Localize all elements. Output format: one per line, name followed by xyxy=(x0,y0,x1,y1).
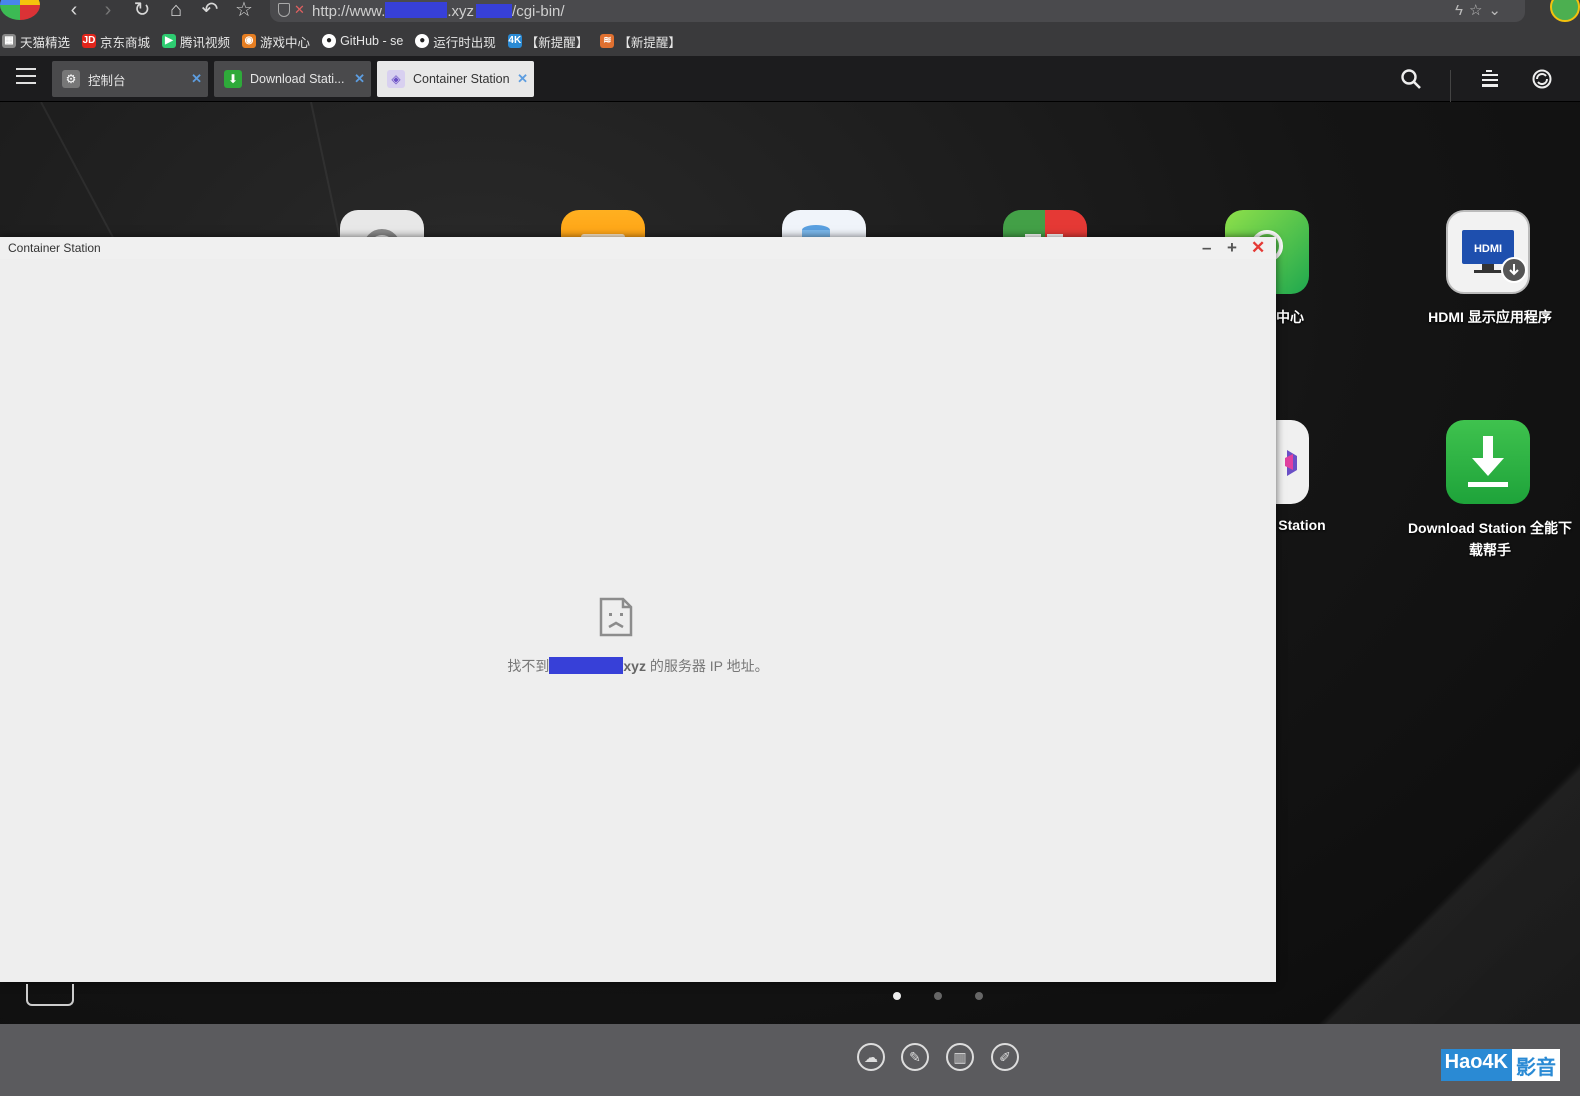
bookmark-label: 【新提醒】 xyxy=(525,35,589,50)
app-label: Download Station 全能下 载帮手 xyxy=(1400,517,1580,561)
tray-icon[interactable] xyxy=(26,984,74,1006)
url-tld: .xyz xyxy=(447,3,475,20)
tools-icon[interactable]: ✎ xyxy=(901,1043,929,1071)
address-actions[interactable]: ϟ☆⌄ xyxy=(1455,1,1507,19)
bookmark-item[interactable]: JD 京东商城 xyxy=(82,32,150,51)
bookmark-item[interactable]: 4K 【新提醒】 xyxy=(507,32,589,51)
browser-profile-icon[interactable] xyxy=(1550,0,1580,22)
close-icon[interactable]: ✕ xyxy=(354,71,365,87)
menu-icon[interactable] xyxy=(16,68,36,86)
4k-icon: 4K xyxy=(507,34,522,48)
page-indicator xyxy=(893,992,1016,1000)
github-icon: ● xyxy=(322,34,337,48)
download-station-app-icon[interactable] xyxy=(1446,420,1530,504)
notes-icon[interactable]: ✐ xyxy=(991,1043,1019,1071)
gear-icon: ⚙ xyxy=(62,70,80,88)
bookmark-label: 京东商城 xyxy=(100,35,151,50)
page-dot-active[interactable] xyxy=(893,992,901,1000)
hdmi-app-icon[interactable]: HDMI xyxy=(1446,210,1530,294)
tab-label: Download Stati... xyxy=(250,72,345,86)
github-icon: ● xyxy=(415,34,430,48)
bookmark-label: 游戏中心 xyxy=(260,35,311,50)
bookmark-item[interactable]: ▶ 腾讯视频 xyxy=(162,32,230,51)
bookmarks-bar: ▦ 天猫精选 JD 京东商城 ▶ 腾讯视频 ◉ 游戏中心 ● GitHub - se ● 运… xyxy=(0,26,1580,56)
bookmark-label: 天猫精选 xyxy=(20,35,71,50)
background-streak xyxy=(1280,702,1580,1024)
error-message: 找不到 xyz 的服务器 IP 地址。 xyxy=(0,656,1276,676)
app-label: 中心 xyxy=(1276,309,1304,325)
sync-icon[interactable] xyxy=(1531,68,1553,90)
shield-icon xyxy=(278,3,290,17)
svg-text:HDMI: HDMI xyxy=(1474,243,1502,255)
close-icon[interactable]: ✕ xyxy=(517,71,528,87)
broken-page-icon xyxy=(599,597,633,637)
address-bar[interactable]: ✕ http://www. .xyz/cgi-bin/ ϟ☆⌄ xyxy=(270,0,1525,22)
url-redaction-2 xyxy=(476,4,513,18)
toolbar-divider xyxy=(1450,70,1451,102)
watermark-part2: 影音 xyxy=(1512,1049,1560,1081)
error-prefix: 找不到 xyxy=(507,658,550,674)
page-dot[interactable] xyxy=(934,992,942,1000)
window-titlebar[interactable]: Container Station – + ✕ xyxy=(0,237,1276,259)
gamepad-icon: ◉ xyxy=(242,34,257,48)
minimize-icon[interactable]: – xyxy=(1202,238,1211,258)
bottom-dock xyxy=(0,1024,1580,1096)
tasks-icon[interactable] xyxy=(1479,68,1501,90)
url-redaction xyxy=(385,2,448,18)
page-dot[interactable] xyxy=(975,992,983,1000)
bookmark-item[interactable]: ● 运行时出现 xyxy=(415,32,496,51)
tmall-icon: ▦ xyxy=(2,34,16,48)
jd-icon: JD xyxy=(82,34,97,48)
qts-taskbar: ⚙ 控制台 ✕ ⬇ Download Stati... ✕ ◈ Containe… xyxy=(0,56,1580,102)
error-host: xyz xyxy=(623,658,646,674)
book-icon[interactable]: ▥ xyxy=(946,1043,974,1071)
tencent-video-icon: ▶ xyxy=(162,34,177,48)
bookmark-label: 腾讯视频 xyxy=(180,35,231,50)
close-icon[interactable]: ✕ xyxy=(191,71,202,87)
app-label: HDMI 显示应用程序 xyxy=(1428,309,1552,325)
tab-label: 控制台 xyxy=(88,73,126,88)
app-label-line1: Download Station 全能下 xyxy=(1407,520,1573,536)
watermark-logo: Hao4K 影音 xyxy=(1440,1049,1560,1081)
home-button[interactable]: ⌂ xyxy=(162,0,190,22)
tab-control-panel[interactable]: ⚙ 控制台 ✕ xyxy=(52,61,208,97)
bookmark-item[interactable]: ≋ 【新提醒】 xyxy=(600,32,681,51)
watermark-part1: Hao4K xyxy=(1440,1049,1512,1081)
error-suffix: 的服务器 IP 地址。 xyxy=(645,658,769,674)
bookmark-item[interactable]: ▦ 天猫精选 xyxy=(2,32,70,51)
download-icon: ⬇ xyxy=(224,70,242,88)
host-redaction xyxy=(549,657,624,674)
blocked-icon: ✕ xyxy=(294,2,305,17)
site-icon: ≋ xyxy=(600,34,615,48)
bookmark-label: 【新提醒】 xyxy=(618,35,681,50)
back-button[interactable]: ‹ xyxy=(60,0,88,22)
reload-button[interactable]: ↻ xyxy=(128,0,156,22)
close-icon[interactable]: ✕ xyxy=(1251,238,1265,258)
browser-logo xyxy=(0,0,40,20)
cloud-icon[interactable]: ☁ xyxy=(857,1043,885,1071)
container-station-window: Container Station – + ✕ 找不到 xyz 的服务器 IP 地… xyxy=(0,237,1276,982)
bookmark-item[interactable]: ● GitHub - se xyxy=(322,34,403,48)
forward-button[interactable]: › xyxy=(94,0,122,22)
app-label-line2: 载帮手 xyxy=(1469,542,1511,558)
maximize-icon[interactable]: + xyxy=(1227,238,1237,258)
browser-toolbar: ‹ › ↻ ⌂ ↶ ☆ ✕ http://www. .xyz/cgi-bin/ ϟ… xyxy=(0,0,1580,26)
bookmark-star-button[interactable]: ☆ xyxy=(230,0,258,22)
undo-button[interactable]: ↶ xyxy=(196,0,224,22)
bookmark-item[interactable]: ◉ 游戏中心 xyxy=(242,32,310,51)
bookmark-label: 运行时出现 xyxy=(433,35,496,50)
tab-label: Container Station xyxy=(413,72,510,86)
url-path: /cgi-bin/ xyxy=(512,3,565,20)
app-label: Station xyxy=(1278,517,1326,533)
container-icon: ◈ xyxy=(387,70,405,88)
search-icon[interactable] xyxy=(1400,68,1422,90)
tab-container-station[interactable]: ◈ Container Station ✕ xyxy=(377,61,534,97)
window-title: Container Station xyxy=(8,241,101,255)
bookmark-label: GitHub - se xyxy=(340,34,404,48)
tab-download-station[interactable]: ⬇ Download Stati... ✕ xyxy=(214,61,371,97)
url-prefix: http://www. xyxy=(312,3,386,20)
address-url: http://www. .xyz/cgi-bin/ xyxy=(312,2,565,20)
